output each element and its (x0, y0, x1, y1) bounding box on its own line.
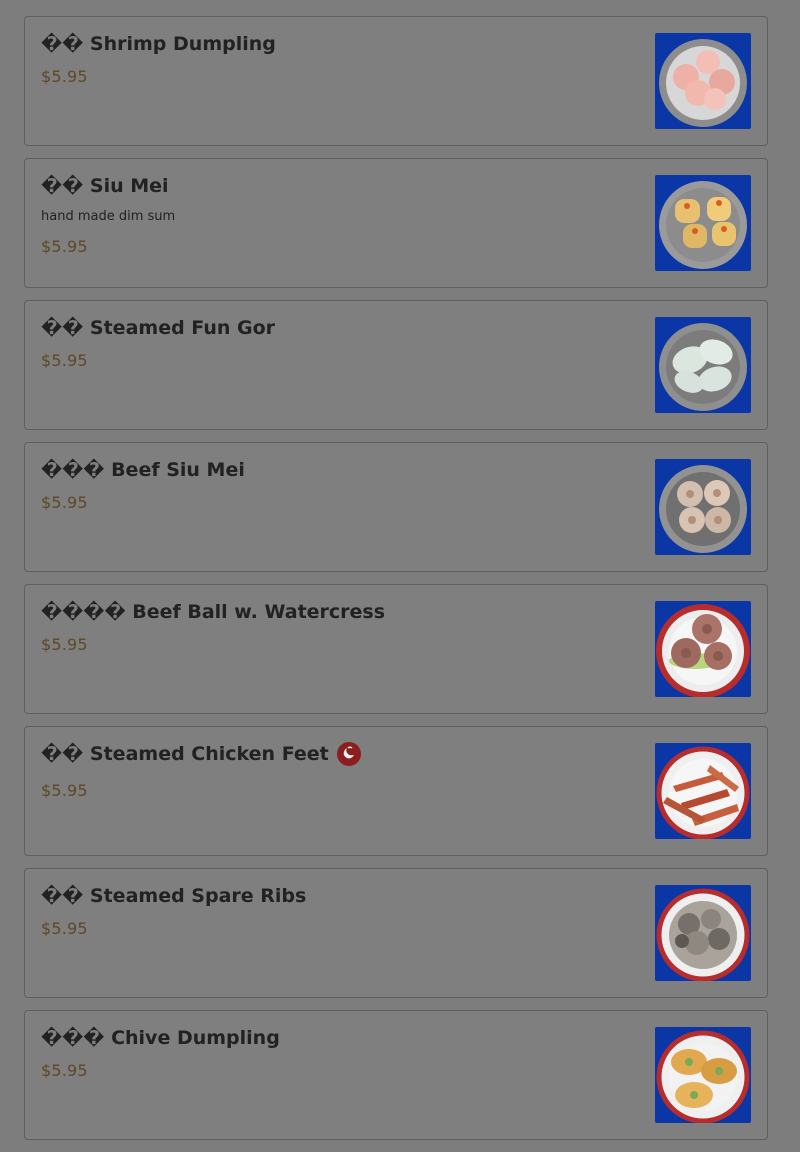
fun-gor-photo (655, 317, 751, 413)
menu-item-title-row: �� Steamed Chicken Feet (41, 741, 361, 767)
menu-item-price: $5.95 (41, 781, 88, 800)
menu-item-card[interactable]: �� Shrimp Dumpling $5.95 (24, 16, 768, 146)
menu-item-card[interactable]: ��� Chive Dumpling $5.95 (24, 1010, 768, 1140)
menu-item-title: ��� Beef Siu Mei (41, 459, 245, 481)
menu-item-title: �� Steamed Spare Ribs (41, 885, 307, 907)
shrimp-dumpling-photo (655, 33, 751, 129)
menu-item-title: �� Steamed Chicken Feet (41, 743, 329, 765)
menu-item-title: �� Siu Mei (41, 175, 169, 197)
spare-ribs-photo (655, 885, 751, 981)
menu-item-card[interactable]: �� Siu Mei hand made dim sum $5.95 (24, 158, 768, 288)
menu-item-description: hand made dim sum (41, 209, 176, 224)
menu-item-title: ���� Beef Ball w. Watercress (41, 601, 386, 623)
menu-item-price: $5.95 (41, 237, 88, 256)
menu-item-title: ��� Chive Dumpling (41, 1027, 280, 1049)
menu-item-card[interactable]: �� Steamed Chicken Feet $5.95 (24, 726, 768, 856)
chive-dumpling-photo (655, 1027, 751, 1123)
menu-item-price: $5.95 (41, 635, 88, 654)
menu-item-price: $5.95 (41, 1061, 88, 1080)
menu-item-price: $5.95 (41, 351, 88, 370)
menu-item-price: $5.95 (41, 919, 88, 938)
menu-item-price: $5.95 (41, 67, 88, 86)
menu-item-card[interactable]: �� Steamed Fun Gor $5.95 (24, 300, 768, 430)
menu-item-card[interactable]: ��� Beef Siu Mei $5.95 (24, 442, 768, 572)
siu-mei-photo (655, 175, 751, 271)
menu-item-title: �� Steamed Fun Gor (41, 317, 276, 339)
spicy-icon (336, 742, 361, 766)
menu-list: �� Shrimp Dumpling $5.95 �� Siu Mei hand… (24, 16, 768, 1152)
chicken-feet-photo (655, 743, 751, 839)
menu-item-title: �� Shrimp Dumpling (41, 33, 276, 55)
menu-item-card[interactable]: ���� Beef Ball w. Watercress $5.95 (24, 584, 768, 714)
beef-ball-photo (655, 601, 751, 697)
beef-siu-mei-photo (655, 459, 751, 555)
menu-item-card[interactable]: �� Steamed Spare Ribs $5.95 (24, 868, 768, 998)
menu-item-price: $5.95 (41, 493, 88, 512)
